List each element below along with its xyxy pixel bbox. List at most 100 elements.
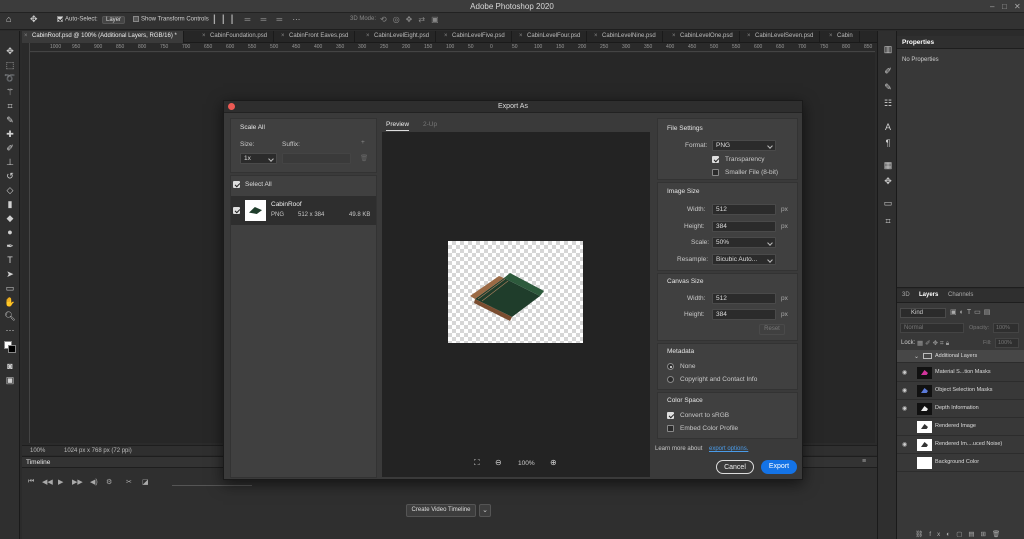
create-video-timeline-button[interactable]: Create Video Timeline — [406, 504, 476, 517]
maximize-icon[interactable]: □ — [1002, 3, 1009, 11]
document-tab[interactable]: × CabinLevelSeven.psd — [745, 31, 821, 43]
minimize-icon[interactable]: – — [990, 3, 997, 11]
tab-3d[interactable]: 3D — [902, 292, 910, 298]
auto-select-checkbox[interactable] — [57, 16, 63, 22]
quick-mask-icon[interactable]: ◙ — [4, 360, 16, 372]
add-scale-icon[interactable]: + — [361, 139, 365, 146]
eye-icon[interactable]: ◉ — [902, 405, 907, 412]
play-icon[interactable]: ▶ — [58, 478, 63, 486]
layer-row[interactable]: ◉ Rendered Im....uced Noise) — [897, 436, 1024, 454]
asset-row[interactable]: CabinRoof PNG 512 x 384 49.8 KB — [231, 196, 376, 225]
brush-icon[interactable]: ✎ — [882, 81, 894, 93]
crop-tool-icon[interactable]: ⌗ — [4, 100, 16, 112]
swatches-icon[interactable]: ▦ — [882, 159, 894, 171]
select-all-checkbox[interactable] — [233, 181, 240, 188]
3d-mode-icons[interactable]: ⟲◎✥⇄▣ — [380, 15, 445, 24]
fill-input[interactable]: 100% — [995, 338, 1019, 348]
image-width-input[interactable]: 512 — [712, 204, 776, 215]
tab-layers[interactable]: Layers — [919, 292, 938, 298]
canvas-height-input[interactable]: 384 — [712, 309, 776, 320]
document-tab[interactable]: × CabinRoof.psd @ 100% (Additional Layers… — [22, 31, 184, 43]
document-tab[interactable]: × CabinLevelFour.psd — [517, 31, 588, 43]
document-tab[interactable]: × Cabin — [827, 31, 860, 43]
tab-close-icon[interactable]: × — [519, 33, 523, 39]
character-icon[interactable]: A — [882, 121, 894, 133]
timeline-zoom-slider[interactable] — [172, 485, 252, 486]
export-button[interactable]: Export — [761, 460, 797, 474]
navigator-icon[interactable]: ⌗ — [882, 215, 894, 227]
eye-icon[interactable]: ◉ — [902, 441, 907, 448]
healing-brush-icon[interactable]: ✚ — [4, 128, 16, 140]
magic-wand-icon[interactable]: ⚚ — [4, 86, 16, 98]
tab-close-icon[interactable]: × — [594, 33, 598, 39]
marquee-tool-icon[interactable]: ⬚ — [4, 59, 16, 71]
prev-frame-icon[interactable]: ◀◀ — [42, 478, 53, 486]
layer-filter-dropdown[interactable]: Kind — [900, 308, 946, 318]
pen-tool-icon[interactable]: ✒ — [4, 240, 16, 252]
transition-icon[interactable]: ◪ — [142, 478, 149, 486]
auto-select-dropdown[interactable]: Layer — [102, 16, 126, 24]
document-tab[interactable]: × CabinLevelEight.psd — [364, 31, 437, 43]
next-frame-icon[interactable]: ▶▶ — [72, 478, 83, 486]
zoom-level[interactable]: 100% — [30, 448, 45, 454]
zoom-in-icon[interactable]: ⊕ — [550, 458, 557, 467]
size-dropdown[interactable]: 1x — [240, 153, 277, 164]
history-brush-icon[interactable]: ↺ — [4, 170, 16, 182]
gradient-tool-icon[interactable]: ▮ — [4, 198, 16, 210]
info-icon[interactable]: ▭ — [882, 197, 894, 209]
eye-icon[interactable]: ◉ — [902, 387, 907, 394]
tab-close-icon[interactable]: × — [366, 33, 370, 39]
layer-row[interactable]: Background Color — [897, 454, 1024, 472]
smaller-file-checkbox[interactable] — [712, 169, 719, 176]
home-icon[interactable]: ⌂ — [6, 14, 11, 24]
embed-profile-checkbox[interactable] — [667, 425, 674, 432]
layer-filter-icons[interactable]: ▣◐T▭▤ — [950, 308, 993, 316]
suffix-input[interactable] — [282, 153, 351, 164]
settings-gear-icon[interactable]: ⚙ — [106, 478, 112, 486]
path-selection-icon[interactable]: ➤ — [4, 268, 16, 280]
document-tab[interactable]: × CabinFoundation.psd — [200, 31, 275, 43]
lock-icons[interactable]: ▦✐✥⌗🔒︎ — [917, 339, 951, 348]
paragraph-icon[interactable]: ¶ — [882, 137, 894, 149]
move-tool-icon[interactable]: ✥ — [30, 14, 38, 25]
align-icons[interactable]: ┃┃┃ ═ ═ ═ ⋯ — [212, 15, 304, 24]
brush-tool-icon[interactable]: ✐ — [4, 142, 16, 154]
first-frame-icon[interactable]: ⏮ — [28, 478, 34, 486]
document-info[interactable]: 1024 px x 768 px (72 ppi) — [64, 448, 132, 454]
audio-icon[interactable]: ◀) — [90, 478, 98, 486]
more-tools-icon[interactable]: ⋯ — [4, 324, 16, 336]
show-transform-checkbox[interactable] — [133, 16, 139, 22]
scale-dropdown[interactable]: 50% — [712, 237, 776, 248]
zoom-tool-icon[interactable]: 🔍︎ — [4, 310, 16, 322]
trash-icon[interactable]: 🗑︎ — [360, 154, 368, 162]
layer-group[interactable]: ⌄ Additional Layers — [897, 350, 1024, 363]
document-tab[interactable]: × CabinLevelFive.psd — [442, 31, 512, 43]
rectangle-tool-icon[interactable]: ▭ — [4, 282, 16, 294]
canvas-width-input[interactable]: 512 — [712, 293, 776, 304]
layer-row[interactable]: ◉ Depth Information — [897, 400, 1024, 418]
chevron-down-icon[interactable]: ⌄ — [479, 504, 491, 517]
background-color-swatch[interactable] — [8, 345, 16, 353]
layer-row[interactable]: Rendered Image — [897, 418, 1024, 436]
layer-row[interactable]: ◉ Object Selection Masks — [897, 382, 1024, 400]
document-tab[interactable]: × CabinFront Eaves.psd — [279, 31, 356, 43]
tab-2-up[interactable]: 2-Up — [423, 121, 437, 128]
opacity-input[interactable]: 100% — [993, 323, 1019, 333]
format-dropdown[interactable]: PNG — [712, 140, 776, 151]
tab-close-icon[interactable]: × — [672, 33, 676, 39]
lasso-tool-icon[interactable]: ➰ — [4, 72, 16, 84]
tab-close-icon[interactable]: × — [281, 33, 285, 39]
metadata-copyright-radio[interactable] — [667, 376, 674, 383]
chevron-down-icon[interactable]: ⌄ — [914, 353, 919, 360]
tab-close-icon[interactable]: × — [747, 33, 751, 39]
transparency-checkbox[interactable] — [712, 156, 719, 163]
tab-close-icon[interactable]: × — [829, 33, 833, 39]
cancel-button[interactable]: Cancel — [716, 460, 754, 474]
document-tab[interactable]: × CabinLevelOne.psd — [670, 31, 740, 43]
adjustments-icon[interactable]: ☷ — [882, 97, 894, 109]
metadata-none-radio[interactable] — [667, 363, 674, 370]
type-tool-icon[interactable]: T — [4, 254, 16, 266]
styles-icon[interactable]: ✥ — [882, 175, 894, 187]
blend-mode-dropdown[interactable]: Normal — [900, 323, 964, 333]
tab-close-icon[interactable]: × — [202, 33, 206, 39]
